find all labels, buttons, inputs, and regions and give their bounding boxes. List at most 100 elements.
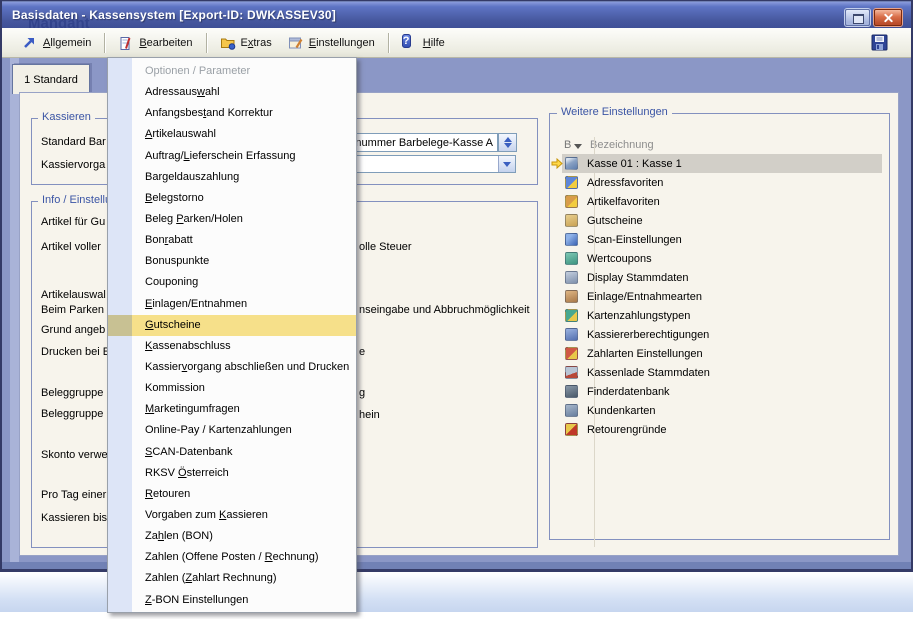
titlebar[interactable]: Mandant Basisdaten - Kassensystem [Expor… bbox=[2, 2, 911, 28]
menu-item-scan-datenbank[interactable]: SCAN-Datenbank bbox=[108, 442, 356, 463]
kassierer-icon bbox=[565, 328, 578, 341]
settings-row-label: Artikelfavoriten bbox=[587, 196, 660, 208]
menu-item-artikelauswahl[interactable]: Artikelauswahl bbox=[108, 124, 356, 145]
settings-row-kasse-01-kasse-1[interactable]: Kasse 01 : Kasse 1 bbox=[562, 154, 882, 173]
settings-row-label: Wertcoupons bbox=[587, 253, 652, 265]
info-label: Artikelauswal bbox=[41, 289, 106, 302]
info-text-fragment: nseingabe und Abbruchmöglichkeit bbox=[359, 304, 530, 317]
menu-item-auftrag-lieferschein-erfassung[interactable]: Auftrag/Lieferschein Erfassung bbox=[108, 146, 356, 167]
minimize-button[interactable] bbox=[845, 9, 870, 26]
kartenzahlung-icon bbox=[565, 309, 578, 322]
menu-item-belegstorno[interactable]: Belegstorno bbox=[108, 188, 356, 209]
toolbar-button-extras[interactable]: Extras bbox=[212, 32, 280, 54]
settings-row-kundenkarten[interactable]: Kundenkarten bbox=[562, 401, 882, 420]
name-column-header[interactable]: Bezeichnung bbox=[590, 139, 654, 151]
floppy-disk-icon bbox=[871, 34, 888, 51]
menu-item-adressauswahl[interactable]: Adressauswahl bbox=[108, 82, 356, 103]
settings-row-kassiererberechtigungen[interactable]: Kassiererberechtigungen bbox=[562, 325, 882, 344]
menu-item-zahlen-zahlart-rechnung[interactable]: Zahlen (Zahlart Rechnung) bbox=[108, 568, 356, 589]
toolbar-separator bbox=[104, 33, 105, 53]
settings-row-display-stammdaten[interactable]: Display Stammdaten bbox=[562, 268, 882, 287]
menu-item-beleg-parken-holen[interactable]: Beleg Parken/Holen bbox=[108, 209, 356, 230]
info-label: Pro Tag einer bbox=[41, 489, 106, 502]
settings-row-gutscheine[interactable]: Gutscheine bbox=[562, 211, 882, 230]
info-text-fragment: hein bbox=[359, 409, 380, 422]
menu-item-rksv-österreich[interactable]: RKSV Österreich bbox=[108, 463, 356, 484]
zahlarten-icon bbox=[565, 347, 578, 360]
settings-row-kassenlade-stammdaten[interactable]: Kassenlade Stammdaten bbox=[562, 363, 882, 382]
sort-descending-icon bbox=[574, 144, 582, 149]
menu-item-vorgaben-zum-kassieren[interactable]: Vorgaben zum Kassieren bbox=[108, 505, 356, 526]
settings-row-label: Adressfavoriten bbox=[587, 177, 663, 189]
list-header[interactable]: B Bezeichnung bbox=[562, 137, 882, 154]
settings-row-artikelfavoriten[interactable]: Artikelfavoriten bbox=[562, 192, 882, 211]
settings-row-wertcoupons[interactable]: Wertcoupons bbox=[562, 249, 882, 268]
menu-item-z-bon-einstellungen[interactable]: Z-BON Einstellungen bbox=[108, 590, 356, 611]
settings-row-zahlarten-einstellungen[interactable]: Zahlarten Einstellungen bbox=[562, 344, 882, 363]
arrow-up-right-icon bbox=[22, 35, 38, 51]
menu-item-marketingumfragen[interactable]: Marketingumfragen bbox=[108, 399, 356, 420]
info-text-fragment: g bbox=[359, 387, 365, 400]
folder-icon bbox=[220, 35, 236, 51]
toolbar-button-hilfe[interactable]: Hilfe bbox=[394, 32, 453, 54]
minimize-icon bbox=[853, 14, 864, 24]
toolbar-button-einstellungen[interactable]: Einstellungen bbox=[280, 32, 383, 54]
menu-item-bonrabatt[interactable]: Bonrabatt bbox=[108, 230, 356, 251]
toolbar: Allgemein Bearbeiten Extras Einstellungen Hi… bbox=[2, 28, 911, 58]
info-group-title: Info / Einstellu bbox=[38, 194, 115, 206]
menu-item-kommission[interactable]: Kommission bbox=[108, 378, 356, 399]
standard-bar-label: Standard Bar bbox=[41, 136, 106, 149]
info-text-fragment: e bbox=[359, 346, 365, 359]
settings-row-label: Kundenkarten bbox=[587, 405, 656, 417]
number-spinner[interactable] bbox=[498, 133, 517, 152]
toolbar-button-bearbeiten[interactable]: Bearbeiten bbox=[110, 32, 200, 54]
menu-item-zahlen-bon[interactable]: Zahlen (BON) bbox=[108, 526, 356, 547]
menu-item-gutscheine[interactable]: Gutscheine bbox=[108, 315, 356, 336]
menu-item-bonuspunkte[interactable]: Bonuspunkte bbox=[108, 251, 356, 272]
bearbeiten-menu: Optionen / ParameterAdressauswahlAnfangs… bbox=[107, 57, 357, 613]
application-window: Mandant Basisdaten - Kassensystem [Expor… bbox=[0, 0, 913, 619]
settings-row-adressfavoriten[interactable]: Adressfavoriten bbox=[562, 173, 882, 192]
wertcoupons-icon bbox=[565, 252, 578, 265]
settings-row-finderdatenbank[interactable]: Finderdatenbank bbox=[562, 382, 882, 401]
tab-standard[interactable]: 1 Standard bbox=[12, 64, 90, 94]
settings-row-kartenzahlungstypen[interactable]: Kartenzahlungstypen bbox=[562, 306, 882, 325]
weitere-group-title: Weitere Einstellungen bbox=[557, 106, 672, 118]
kundenkarten-icon bbox=[565, 404, 578, 417]
info-label: Beim Parken bbox=[41, 304, 104, 317]
menu-item-anfangsbestand-korrektur[interactable]: Anfangsbestand Korrektur bbox=[108, 103, 356, 124]
menu-item-einlagen-entnahmen[interactable]: Einlagen/Entnahmen bbox=[108, 294, 356, 315]
menu-item-bargeldauszahlung[interactable]: Bargeldauszahlung bbox=[108, 167, 356, 188]
close-button[interactable] bbox=[874, 9, 902, 26]
menu-item-kassenabschluss[interactable]: Kassenabschluss bbox=[108, 336, 356, 357]
menu-item-zahlen-offene-posten-rechnung[interactable]: Zahlen (Offene Posten / Rechnung) bbox=[108, 547, 356, 568]
icon-column-header[interactable]: B bbox=[564, 139, 571, 151]
settings-row-label: Display Stammdaten bbox=[587, 272, 689, 284]
settings-row-einlage-entnahmearten[interactable]: Einlage/Entnahmearten bbox=[562, 287, 882, 306]
menu-item-kassiervorgang-abschließen-und-drucken[interactable]: Kassiervorgang abschließen und Drucken bbox=[108, 357, 356, 378]
kassenlade-icon bbox=[565, 366, 578, 379]
info-text-fragment: olle Steuer bbox=[359, 241, 412, 254]
menu-item-retouren[interactable]: Retouren bbox=[108, 484, 356, 505]
menu-item-online-pay-kartenzahlungen[interactable]: Online-Pay / Kartenzahlungen bbox=[108, 420, 356, 441]
info-label: Drucken bei E bbox=[41, 346, 110, 359]
menu-item-couponing[interactable]: Couponing bbox=[108, 272, 356, 293]
adressfavoriten-icon bbox=[565, 176, 578, 189]
settings-row-label: Kartenzahlungstypen bbox=[587, 310, 690, 322]
dropdown-button[interactable] bbox=[498, 156, 515, 172]
form-pencil-icon bbox=[288, 35, 304, 51]
toolbar-button-label: Extras bbox=[241, 37, 272, 49]
toolbar-items: Allgemein Bearbeiten Extras Einstellungen Hi… bbox=[14, 32, 453, 54]
toolbar-button-label: Allgemein bbox=[43, 37, 91, 49]
display-icon bbox=[565, 271, 578, 284]
info-label: Kassieren bis bbox=[41, 512, 107, 525]
settings-row-retourengründe[interactable]: Retourengründe bbox=[562, 420, 882, 439]
info-label: Artikel für Gu bbox=[41, 216, 105, 229]
kassieren-group-title: Kassieren bbox=[38, 111, 95, 123]
settings-row-scan-einstellungen[interactable]: Scan-Einstellungen bbox=[562, 230, 882, 249]
toolbar-button-allgemein[interactable]: Allgemein bbox=[14, 32, 99, 54]
info-label: Grund angeb bbox=[41, 324, 105, 337]
settings-row-label: Retourengründe bbox=[587, 424, 667, 436]
einlage-icon bbox=[565, 290, 578, 303]
save-button[interactable] bbox=[871, 34, 889, 52]
